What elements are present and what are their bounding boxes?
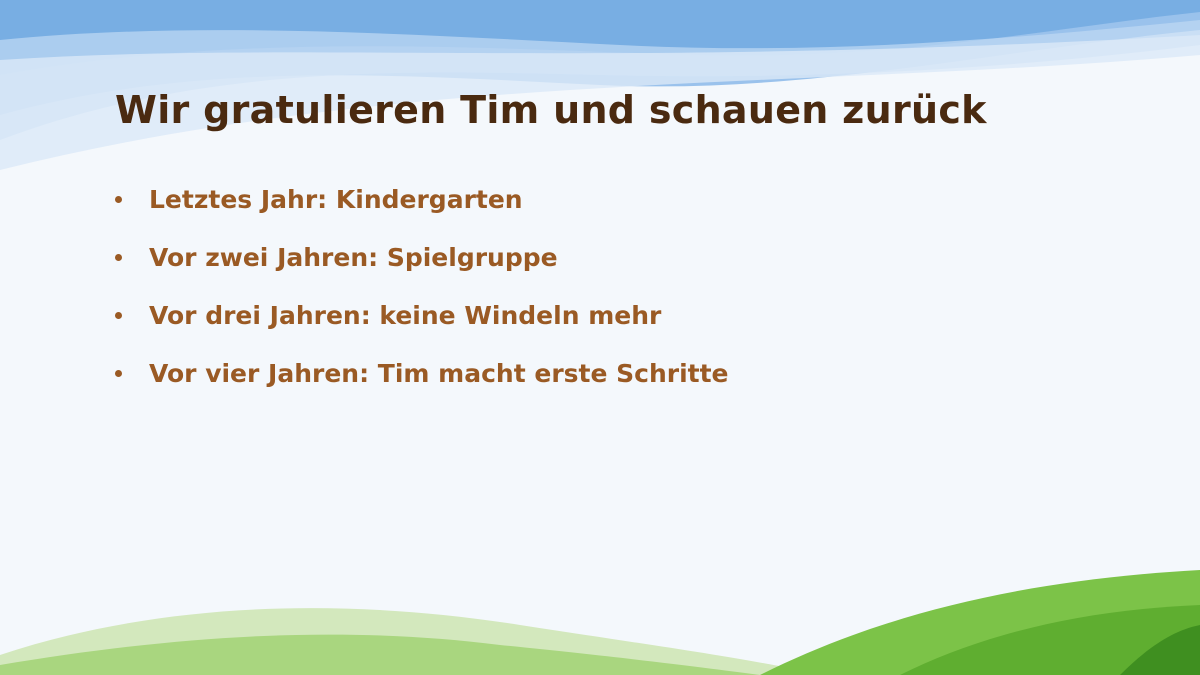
bullet-text: Letztes Jahr: Kindergarten xyxy=(149,184,523,214)
bullet-text: Vor zwei Jahren: Spielgruppe xyxy=(149,242,558,272)
list-item: Vor zwei Jahren: Spielgruppe xyxy=(115,228,729,286)
bullet-text: Vor vier Jahren: Tim macht erste Schritt… xyxy=(149,358,729,388)
bullet-list: Letztes Jahr: Kindergarten Vor zwei Jahr… xyxy=(115,170,729,402)
bullet-icon xyxy=(115,195,122,203)
bullet-icon xyxy=(115,311,122,319)
bullet-text: Vor drei Jahren: keine Windeln mehr xyxy=(149,300,662,330)
list-item: Vor vier Jahren: Tim macht erste Schritt… xyxy=(115,344,729,402)
list-item: Letztes Jahr: Kindergarten xyxy=(115,170,729,228)
bullet-icon xyxy=(115,369,122,377)
bullet-icon xyxy=(115,253,122,261)
slide-title: Wir gratulieren Tim und schauen zurück xyxy=(115,88,987,132)
list-item: Vor drei Jahren: keine Windeln mehr xyxy=(115,286,729,344)
presentation-slide: Wir gratulieren Tim und schauen zurück L… xyxy=(0,0,1200,675)
grass-hills-decoration xyxy=(0,570,1200,675)
